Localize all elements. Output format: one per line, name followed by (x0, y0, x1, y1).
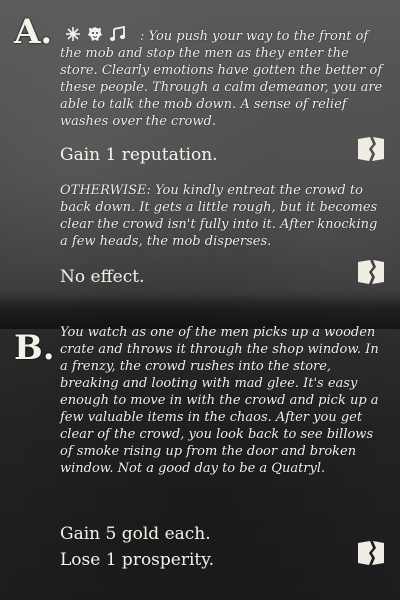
option-b-text: You watch as one of the men picks up a w… (60, 325, 379, 476)
torn-page-icon (356, 136, 386, 162)
option-b-effect-gold: Gain 5 gold each. (60, 524, 211, 544)
event-card: A. : You push your way to the front of t… (0, 0, 400, 600)
torn-page-icon (356, 259, 386, 285)
otherwise-label: OTHERWISE: (60, 183, 151, 198)
option-a-effect: Gain 1 reputation. (60, 145, 218, 165)
option-a-text: : You push your way to the front of the … (60, 29, 383, 129)
option-a-otherwise: OTHERWISE: You kindly entreat the crowd … (60, 182, 384, 250)
option-a-otherwise-effect: No effect. (60, 267, 145, 287)
option-b-effect-prosperity: Lose 1 prosperity. (60, 550, 214, 570)
option-b-letter: B. (14, 328, 55, 368)
torn-page-icon (356, 540, 386, 566)
option-a-letter: A. (14, 12, 53, 52)
